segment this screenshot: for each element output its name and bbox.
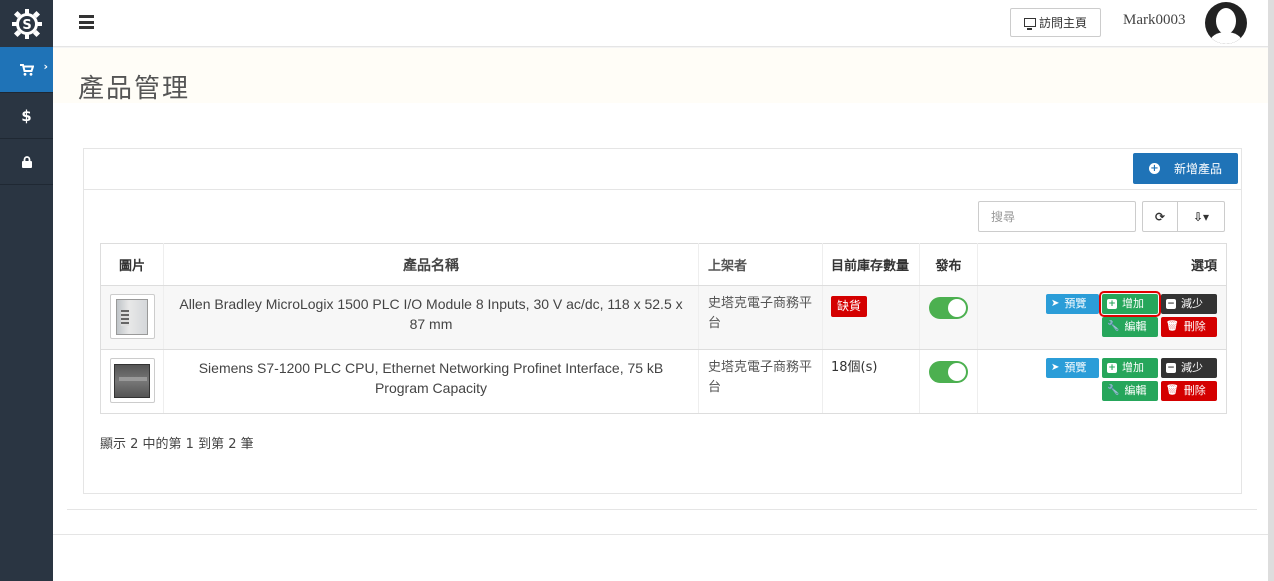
header-options: 選項 (977, 243, 1227, 286)
preview-button[interactable]: ➤ 預覽 (1046, 358, 1099, 378)
table-header-row: 圖片 產品名稱 上架者 目前庫存數量 發布 選項 (100, 243, 1227, 286)
hamburger-menu-icon[interactable] (79, 15, 94, 29)
add-product-label: 新增產品 (1173, 162, 1222, 176)
header-publish[interactable]: 發布 (919, 243, 978, 286)
out-of-stock-badge: 缺貨 (831, 296, 868, 317)
search-input[interactable] (978, 201, 1136, 232)
add-product-button[interactable]: + 新增產品 (1133, 153, 1238, 184)
location-arrow-icon: ➤ (1051, 362, 1060, 373)
edit-button[interactable]: 🔧 編輯 (1102, 381, 1158, 401)
avatar[interactable] (1205, 2, 1247, 44)
scrollbar[interactable] (1268, 0, 1274, 581)
main-content: 產品管理 + 新增產品 ⟳ ⇩▾ 圖片 產品名稱 上架者 目前庫存數量 發布 (53, 48, 1274, 581)
chevron-right-icon: › (43, 60, 48, 73)
location-arrow-icon: ➤ (1051, 298, 1060, 309)
trash-icon: 🗑 (1166, 385, 1179, 396)
lock-icon (21, 155, 32, 168)
download-icon: ⇩▾ (1192, 209, 1210, 224)
product-thumbnail[interactable] (109, 358, 155, 403)
product-thumbnail[interactable] (109, 294, 155, 339)
trash-icon: 🗑 (1166, 321, 1179, 332)
increase-stock-button[interactable]: + 增加 (1099, 291, 1161, 317)
page-title: 產品管理 (78, 74, 191, 104)
plus-circle-icon: + (1148, 162, 1160, 174)
dollar-icon: $ (21, 106, 32, 125)
header-image[interactable]: 圖片 (100, 243, 164, 286)
sidebar-item-finance[interactable]: $ (0, 93, 53, 139)
edit-button[interactable]: 🔧 編輯 (1102, 317, 1158, 337)
sidebar-item-security[interactable] (0, 139, 53, 185)
visit-homepage-button[interactable]: 訪問主頁 (1010, 8, 1101, 37)
products-table: 圖片 產品名稱 上架者 目前庫存數量 發布 選項 Allen Bradley M… (100, 243, 1227, 414)
export-button[interactable]: ⇩▾ (1177, 201, 1225, 232)
pagination-summary: 顯示 2 中的第 1 到第 2 筆 (100, 437, 254, 452)
delete-button[interactable]: 🗑 刪除 (1161, 317, 1217, 337)
preview-button[interactable]: ➤ 預覽 (1046, 294, 1099, 314)
logo[interactable]: S (0, 0, 53, 47)
plus-square-icon: + (1107, 298, 1117, 309)
wrench-icon: 🔧 (1107, 385, 1120, 396)
monitor-icon (1023, 18, 1036, 30)
username[interactable]: Mark0003 (1123, 12, 1186, 29)
product-seller: 史塔克電子商務平台 (698, 285, 823, 350)
cart-icon (19, 63, 34, 76)
logo-gear-icon: S (11, 8, 42, 39)
plus-square-icon: + (1107, 362, 1117, 373)
minus-square-icon: − (1166, 298, 1176, 309)
header-stock[interactable]: 目前庫存數量 (822, 243, 920, 286)
visit-homepage-label: 訪問主頁 (1038, 16, 1087, 30)
header-seller[interactable]: 上架者 (698, 243, 823, 286)
product-seller: 史塔克電子商務平台 (698, 349, 823, 414)
increase-stock-button[interactable]: + 增加 (1102, 358, 1158, 378)
table-row: Siemens S7-1200 PLC CPU, Ethernet Networ… (100, 349, 1227, 414)
page-header: 產品管理 (53, 48, 1274, 104)
wrench-icon: 🔧 (1107, 321, 1120, 332)
header-name[interactable]: 產品名稱 (163, 243, 699, 286)
refresh-icon: ⟳ (1154, 209, 1166, 224)
top-bar: 訪問主頁 Mark0003 (53, 0, 1274, 47)
publish-toggle[interactable] (929, 361, 968, 383)
panel-header: + 新增產品 (84, 149, 1241, 190)
table-row: Allen Bradley MicroLogix 1500 PLC I/O Mo… (100, 285, 1227, 350)
sidebar-item-products[interactable]: › (0, 47, 53, 93)
decrease-stock-button[interactable]: − 減少 (1161, 358, 1217, 378)
svg-text:S: S (22, 18, 31, 33)
minus-square-icon: − (1166, 362, 1176, 373)
divider (53, 534, 1274, 535)
delete-button[interactable]: 🗑 刪除 (1161, 381, 1217, 401)
decrease-stock-button[interactable]: − 減少 (1161, 294, 1217, 314)
divider (67, 509, 1257, 510)
product-stock: 18個(s) (822, 349, 920, 414)
publish-toggle[interactable] (929, 297, 968, 319)
products-panel: + 新增產品 ⟳ ⇩▾ 圖片 產品名稱 上架者 目前庫存數量 發布 選項 (83, 148, 1242, 494)
product-name: Allen Bradley MicroLogix 1500 PLC I/O Mo… (163, 285, 699, 350)
product-name: Siemens S7-1200 PLC CPU, Ethernet Networ… (163, 349, 699, 414)
sidebar: S › $ (0, 0, 53, 581)
refresh-button[interactable]: ⟳ (1142, 201, 1178, 232)
